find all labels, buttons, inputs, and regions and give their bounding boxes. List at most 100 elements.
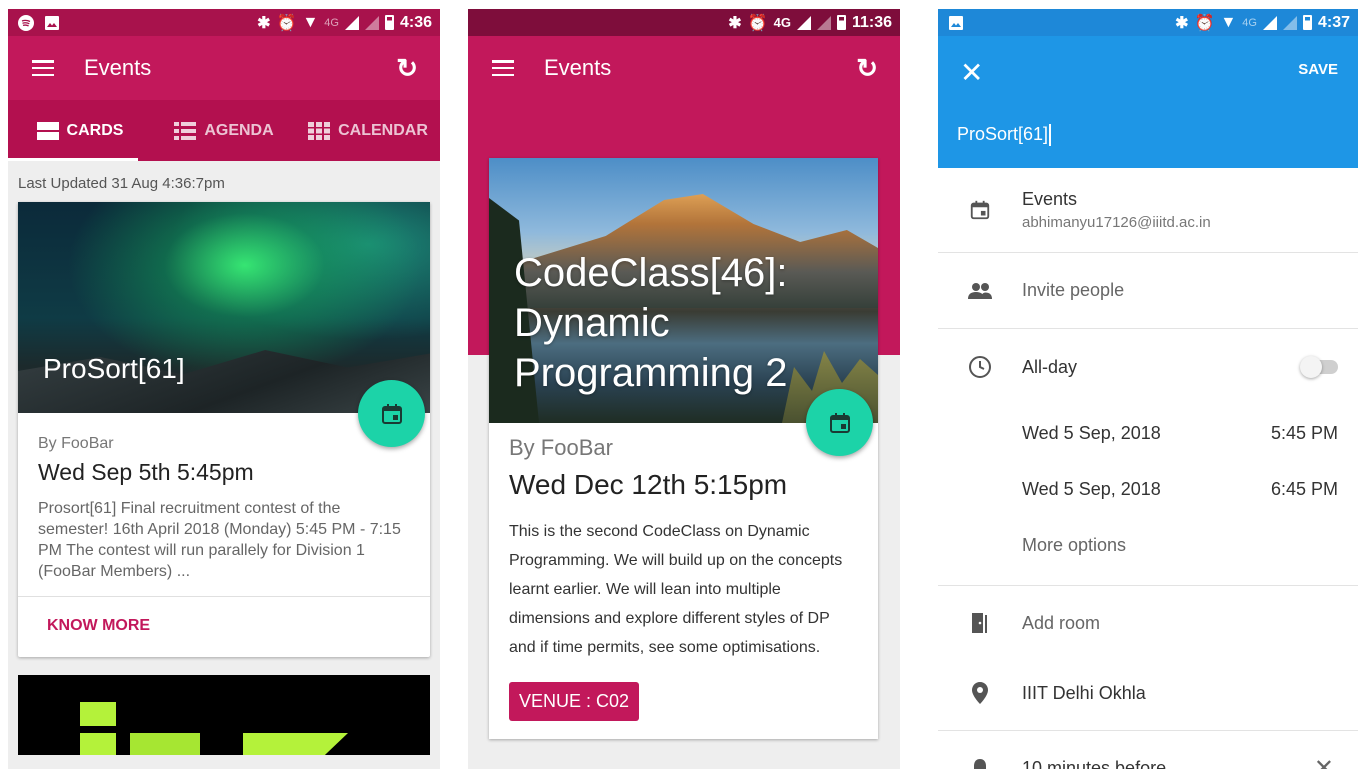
tab-cards-label: CARDS: [66, 121, 124, 139]
event-detail-screen: ✱ ⏰ 4G 11:36 Events ↻ CodeClass[46]: Dyn…: [468, 9, 900, 769]
event-detail-card: CodeClass[46]: Dynamic Programming 2 By …: [489, 158, 878, 739]
network-type: 4G: [773, 15, 791, 30]
calendar-icon: [970, 200, 990, 220]
location-row[interactable]: IIIT Delhi Okhla: [938, 660, 1358, 726]
event-organizer: By FooBar: [509, 435, 613, 460]
invite-people-row[interactable]: Invite people: [938, 253, 1358, 328]
end-time[interactable]: 6:45 PM: [1271, 479, 1338, 500]
event-card-image-title: ProSort[61]: [43, 353, 185, 384]
event-description: Prosort[61] Final recruitment contest of…: [38, 500, 401, 580]
image-notification-icon: [45, 15, 59, 30]
add-to-calendar-button[interactable]: [806, 389, 873, 456]
start-date[interactable]: Wed 5 Sep, 2018: [1022, 423, 1161, 444]
alarm-icon: ⏰: [276, 14, 297, 32]
status-bar: ✱ ⏰ 4G 11:36: [468, 9, 900, 36]
wifi-icon: ▼: [1220, 13, 1237, 31]
signal-icon: [344, 15, 359, 30]
bluetooth-icon: ✱: [728, 14, 742, 32]
more-options-row[interactable]: More options: [938, 517, 1358, 573]
all-day-label: All-day: [1022, 356, 1078, 377]
add-room-row[interactable]: Add room: [938, 586, 1358, 660]
reminder-row[interactable]: 10 minutes before ✕: [938, 731, 1358, 769]
event-title-value: ProSort[61]: [957, 124, 1049, 144]
close-icon[interactable]: ✕: [960, 56, 983, 89]
venue-badge: VENUE : C02: [509, 682, 640, 721]
end-datetime-row[interactable]: Wed 5 Sep, 2018 6:45 PM: [938, 461, 1358, 517]
view-tabs: CARDS AGENDA CALENDAR: [8, 100, 440, 161]
signal-icon: [1262, 15, 1277, 30]
invite-people-label: Invite people: [1022, 280, 1125, 300]
network-type: 4G: [1242, 16, 1257, 29]
remove-reminder-icon[interactable]: ✕: [1314, 754, 1334, 769]
event-card-next[interactable]: [18, 675, 430, 755]
end-date[interactable]: Wed 5 Sep, 2018: [1022, 479, 1161, 500]
event-detail-title: CodeClass[46]: Dynamic Programming 2: [514, 251, 788, 395]
calendar-account: abhimanyu17126@iiitd.ac.in: [1022, 214, 1211, 231]
status-bar: ✱ ⏰ ▼ 4G 4:36: [8, 9, 440, 36]
clock-icon: [969, 356, 991, 378]
tab-cards[interactable]: CARDS: [8, 100, 152, 161]
event-detail-image: CodeClass[46]: Dynamic Programming 2: [489, 158, 878, 423]
spotify-icon: [18, 14, 34, 31]
refresh-icon[interactable]: ↻: [856, 53, 878, 84]
all-day-row[interactable]: All-day: [938, 329, 1358, 405]
add-to-calendar-button[interactable]: [358, 380, 425, 447]
calendar-grid-icon: [308, 121, 331, 140]
app-title: Events: [544, 55, 612, 80]
wifi-icon: ▼: [302, 13, 319, 31]
people-icon: [968, 282, 992, 299]
app-title: Events: [84, 55, 152, 80]
app-bar: Events ↻: [8, 36, 440, 100]
events-cards-screen: ✱ ⏰ ▼ 4G 4:36 Events ↻ CARDS AGENDA CALE…: [8, 9, 440, 769]
tab-agenda-label: AGENDA: [204, 121, 274, 139]
know-more-button[interactable]: KNOW MORE: [18, 597, 430, 657]
event-date: Wed Sep 5th 5:45pm: [38, 459, 254, 485]
calendar-name: Events: [1022, 189, 1078, 209]
calendar-add-icon: [381, 403, 402, 424]
tab-calendar[interactable]: CALENDAR: [296, 100, 440, 161]
status-bar: ✱ ⏰ ▼ 4G 4:37: [938, 9, 1358, 36]
calendar-selector[interactable]: Events abhimanyu17126@iiitd.ac.in: [938, 168, 1358, 252]
menu-icon[interactable]: [492, 60, 514, 76]
bluetooth-icon: ✱: [1175, 14, 1189, 32]
active-tab-indicator: [8, 158, 138, 161]
signal-2-icon: [1282, 15, 1297, 30]
cards-icon: [36, 121, 59, 140]
bell-icon: [974, 759, 986, 769]
battery-icon: [836, 15, 846, 30]
signal-icon: [796, 15, 811, 30]
reminder-value: 10 minutes before: [1022, 757, 1167, 769]
image-notification-icon: [949, 15, 963, 30]
editor-header: ✕ SAVE ProSort[61]: [938, 36, 1358, 168]
refresh-icon[interactable]: ↻: [396, 53, 418, 84]
last-updated-text: Last Updated 31 Aug 4:36:7pm: [18, 175, 225, 192]
tab-agenda[interactable]: AGENDA: [152, 100, 296, 161]
add-room-label: Add room: [1022, 612, 1101, 633]
room-icon: [972, 613, 987, 633]
start-datetime-row[interactable]: Wed 5 Sep, 2018 5:45 PM: [938, 405, 1358, 461]
battery-icon: [1302, 15, 1312, 30]
location-pin-icon: [972, 682, 988, 704]
network-type: 4G: [324, 16, 339, 29]
event-title-input[interactable]: ProSort[61]: [957, 124, 1052, 147]
clock: 4:36: [399, 13, 432, 31]
menu-icon[interactable]: [32, 60, 54, 76]
event-card-image: ProSort[61]: [18, 202, 430, 413]
bluetooth-icon: ✱: [257, 14, 271, 32]
battery-icon: [384, 15, 394, 30]
agenda-icon: [174, 121, 197, 140]
save-button[interactable]: SAVE: [1298, 61, 1338, 78]
app-bar: Events ↻: [468, 36, 900, 100]
alarm-icon: ⏰: [747, 14, 768, 32]
event-card[interactable]: ProSort[61] By FooBar Wed Sep 5th 5:45pm…: [18, 202, 430, 657]
location-value: IIIT Delhi Okhla: [1022, 682, 1146, 703]
event-description: This is the second CodeClass on Dynamic …: [509, 523, 843, 656]
start-time[interactable]: 5:45 PM: [1271, 423, 1338, 444]
all-day-toggle[interactable]: [1300, 356, 1338, 378]
event-date: Wed Dec 12th 5:15pm: [509, 469, 788, 500]
calendar-add-icon: [829, 412, 850, 433]
tab-calendar-label: CALENDAR: [338, 121, 428, 139]
signal-2-icon: [816, 15, 831, 30]
clock: 11:36: [851, 13, 892, 31]
more-options-label: More options: [1022, 534, 1127, 555]
